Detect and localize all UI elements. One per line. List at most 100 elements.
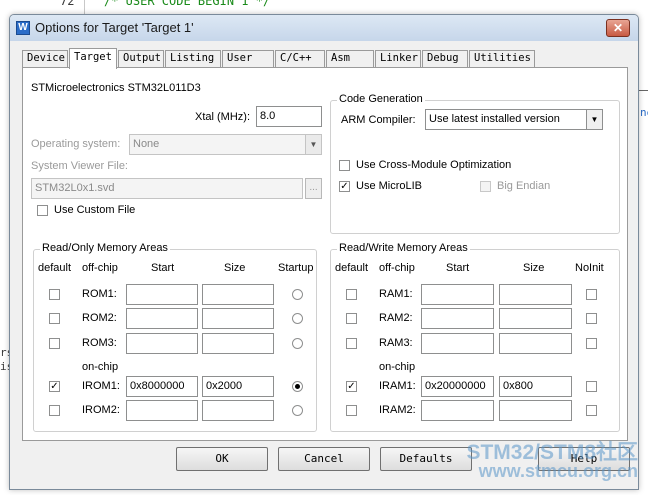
iram1-default-checkbox[interactable]: ✓	[346, 381, 357, 392]
iram1-size-input[interactable]: 0x800	[499, 376, 572, 397]
microlib-checkbox[interactable]: ✓	[339, 181, 350, 192]
col-header-offchip: off-chip	[82, 262, 118, 274]
defaults-button[interactable]: Defaults	[380, 447, 472, 471]
rom1-label: ROM1:	[82, 288, 117, 300]
title-bar[interactable]: W Options for Target 'Target 1' ✕	[10, 15, 638, 41]
ram1-noinit-checkbox[interactable]	[586, 289, 597, 300]
irom2-startup-radio[interactable]	[292, 405, 303, 416]
tab-listing[interactable]: Listing	[165, 50, 221, 68]
close-button[interactable]: ✕	[606, 19, 630, 37]
tab-device[interactable]: Device	[22, 50, 68, 68]
irom1-start-input[interactable]: 0x8000000	[126, 376, 198, 397]
rom3-default-checkbox[interactable]	[49, 338, 60, 349]
ram2-size-input[interactable]	[499, 308, 572, 329]
iram2-label: IRAM2:	[379, 404, 416, 416]
compiler-label: ARM Compiler:	[341, 114, 416, 126]
col-header-size: Size	[224, 262, 246, 274]
rom2-startup-radio[interactable]	[292, 313, 303, 324]
tab-target[interactable]: Target	[69, 48, 117, 69]
iram2-noinit-checkbox[interactable]	[586, 405, 597, 416]
tab-output[interactable]: Output	[118, 50, 164, 68]
irom2-size-input[interactable]	[202, 400, 274, 421]
iram2-size-input[interactable]	[499, 400, 572, 421]
use-custom-file-checkbox[interactable]	[37, 205, 48, 216]
iram1-start-input[interactable]: 0x20000000	[421, 376, 494, 397]
tab-asm[interactable]: Asm	[326, 50, 374, 68]
ram2-noinit-checkbox[interactable]	[586, 313, 597, 324]
col-header-offchip: off-chip	[379, 262, 415, 274]
svd-file-input[interactable]: STM32L0x1.svd	[31, 178, 303, 199]
os-select-value: None	[133, 138, 160, 150]
tab-linker[interactable]: Linker	[375, 50, 421, 68]
xtal-input[interactable]: 8.0	[256, 106, 322, 127]
tab-user[interactable]: User	[222, 50, 274, 68]
ram2-start-input[interactable]	[421, 308, 494, 329]
ram2-default-checkbox[interactable]	[346, 313, 357, 324]
rom1-default-checkbox[interactable]	[49, 289, 60, 300]
col-header-start: Start	[151, 262, 175, 274]
chevron-down-icon: ▼	[305, 135, 321, 154]
ok-button[interactable]: OK	[176, 447, 268, 471]
rom1-startup-radio[interactable]	[292, 289, 303, 300]
rom3-start-input[interactable]	[126, 333, 198, 354]
readwrite-memory-title: Read/Write Memory Areas	[337, 242, 470, 254]
irom1-default-checkbox[interactable]: ✓	[49, 381, 60, 392]
col-header-noinit: NoInit	[575, 262, 604, 274]
app-icon: W	[16, 21, 30, 35]
ram1-start-input[interactable]	[421, 284, 494, 305]
iram2-start-input[interactable]	[421, 400, 494, 421]
ram1-size-input[interactable]	[499, 284, 572, 305]
tab-c-cpp[interactable]: C/C++	[275, 50, 325, 68]
xtal-label: Xtal (MHz):	[195, 111, 250, 123]
rom3-size-input[interactable]	[202, 333, 274, 354]
compiler-select[interactable]: Use latest installed version ▼	[425, 109, 603, 130]
rom2-default-checkbox[interactable]	[49, 313, 60, 324]
tab-debug[interactable]: Debug	[422, 50, 468, 68]
ram2-label: RAM2:	[379, 312, 413, 324]
options-dialog: W Options for Target 'Target 1' ✕ Device…	[9, 14, 639, 490]
custom-file-label: Use Custom File	[54, 204, 136, 216]
irom2-default-checkbox[interactable]	[49, 405, 60, 416]
rom1-start-input[interactable]	[126, 284, 198, 305]
col-header-startup: Startup	[278, 262, 314, 274]
rom3-label: ROM3:	[82, 337, 117, 349]
cancel-button[interactable]: Cancel	[278, 447, 370, 471]
compiler-select-value: Use latest installed version	[429, 113, 560, 125]
iram2-default-checkbox[interactable]	[346, 405, 357, 416]
rom3-startup-radio[interactable]	[292, 338, 303, 349]
col-header-default: default	[335, 262, 369, 274]
target-tab-panel: STMicroelectronics STM32L011D3 Xtal (MHz…	[22, 67, 628, 441]
device-name: STMicroelectronics STM32L011D3	[31, 82, 201, 94]
microlib-label: Use MicroLIB	[356, 180, 423, 192]
rom1-size-input[interactable]	[202, 284, 274, 305]
irom2-start-input[interactable]	[126, 400, 198, 421]
big-endian-checkbox[interactable]	[480, 181, 491, 192]
col-header-default: default	[38, 262, 72, 274]
tab-utilities[interactable]: Utilities	[469, 50, 535, 68]
code-comment: /* USER CODE BEGIN 1 */	[104, 0, 271, 8]
irom1-startup-radio[interactable]	[292, 381, 303, 392]
rom2-size-input[interactable]	[202, 308, 274, 329]
ram1-default-checkbox[interactable]	[346, 289, 357, 300]
iram1-noinit-checkbox[interactable]	[586, 381, 597, 392]
irom1-label: IROM1:	[82, 380, 120, 392]
ram3-noinit-checkbox[interactable]	[586, 338, 597, 349]
line-number: 72	[60, 0, 75, 8]
cross-module-checkbox[interactable]	[339, 160, 350, 171]
ram3-label: RAM3:	[379, 337, 413, 349]
os-select[interactable]: None ▼	[129, 134, 322, 155]
ram3-default-checkbox[interactable]	[346, 338, 357, 349]
rom2-label: ROM2:	[82, 312, 117, 324]
onchip-label: on-chip	[379, 361, 416, 373]
readwrite-memory-group: Read/Write Memory Areas default off-chip…	[330, 242, 620, 432]
onchip-label: on-chip	[82, 361, 119, 373]
irom1-size-input[interactable]: 0x2000	[202, 376, 274, 397]
ram3-start-input[interactable]	[421, 333, 494, 354]
rom2-start-input[interactable]	[126, 308, 198, 329]
iram1-label: IRAM1:	[379, 380, 416, 392]
irom2-label: IROM2:	[82, 404, 120, 416]
svd-browse-button[interactable]: ...	[305, 178, 322, 199]
col-header-start: Start	[446, 262, 470, 274]
os-label: Operating system:	[31, 138, 121, 150]
ram3-size-input[interactable]	[499, 333, 572, 354]
